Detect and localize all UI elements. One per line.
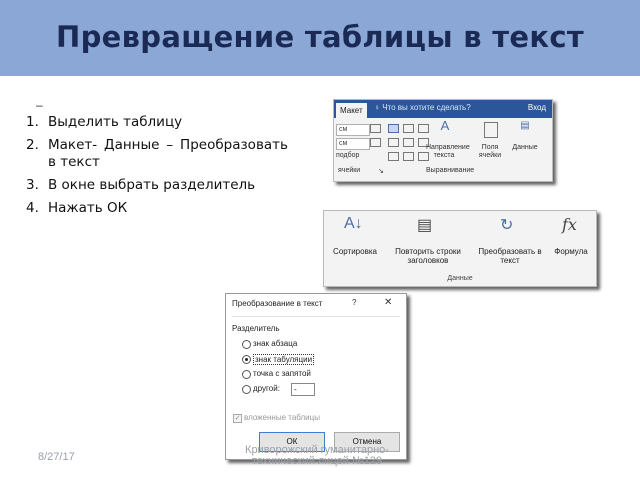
- align-top-left-icon[interactable]: [388, 124, 399, 133]
- step-text: Макет- Данные – Преобразовать в текст: [48, 137, 288, 170]
- step-text: Выделить таблицу: [48, 114, 183, 130]
- other-label: другой:: [253, 384, 280, 393]
- sort-button[interactable]: Сортировка: [326, 247, 384, 256]
- nested-tables-checkbox[interactable]: ✓: [233, 414, 242, 423]
- tab-mark-radio[interactable]: [242, 355, 251, 364]
- tab-mark-label: знак табуляции: [253, 354, 315, 365]
- paragraph-mark-label: знак абзаца: [253, 339, 298, 348]
- repeat-header-rows-button[interactable]: Повторить строки заголовков: [386, 247, 470, 265]
- nested-tables-label: вложенные таблицы: [244, 413, 320, 422]
- other-radio[interactable]: [242, 385, 251, 394]
- convert-to-text-dialog: Преобразование в текст ? ✕ Разделитель з…: [225, 293, 407, 460]
- ribbon-tab-row: Макет ♀ Что вы хотите сделать? Вход: [334, 100, 552, 118]
- convert-to-text-icon[interactable]: ↻: [500, 215, 513, 235]
- step-number: 2.: [26, 137, 39, 153]
- align-top-center-icon[interactable]: [403, 124, 414, 133]
- align-icon[interactable]: [370, 124, 381, 133]
- align-icon[interactable]: [370, 138, 381, 147]
- data-ribbon-screenshot: A↓ ▤ ↻ fx Сортировка Повторить строки за…: [323, 210, 597, 287]
- list-item: 4. Нажать ОК: [26, 200, 288, 217]
- autofit-button[interactable]: подбор: [336, 152, 359, 159]
- step-text: В окне выбрать разделитель: [48, 177, 256, 193]
- divider: [232, 316, 400, 317]
- step-text: Нажать ОК: [48, 200, 128, 216]
- align-top-right-icon[interactable]: [418, 124, 429, 133]
- slide-title: Превращение таблицы в текст: [56, 20, 584, 54]
- tab-layout[interactable]: Макет: [336, 103, 367, 118]
- text-direction-icon[interactable]: A: [438, 119, 452, 132]
- data-button[interactable]: Данные: [510, 144, 540, 152]
- close-button[interactable]: ✕: [384, 297, 392, 308]
- dash-mark: –: [36, 98, 43, 112]
- group-launcher-icon[interactable]: ↘: [378, 167, 384, 175]
- steps-list: 1. Выделить таблицу 2. Макет- Данные – Пре…: [26, 114, 288, 223]
- list-item: 3. В окне выбрать разделитель: [26, 177, 288, 194]
- data-icon[interactable]: ▤: [518, 121, 532, 131]
- list-item: 2. Макет- Данные – Преобразовать в текст: [26, 137, 288, 171]
- paragraph-mark-radio[interactable]: [242, 340, 251, 349]
- semicolon-radio[interactable]: [242, 370, 251, 379]
- step-number: 4.: [26, 200, 39, 216]
- repeat-header-icon[interactable]: ▤: [417, 215, 432, 235]
- semicolon-label: точка с запятой: [253, 369, 311, 378]
- width-field[interactable]: см: [336, 138, 370, 150]
- data-group-label: Данные: [447, 275, 473, 282]
- login-link[interactable]: Вход: [528, 103, 546, 112]
- separator-group-label: Разделитель: [232, 324, 280, 333]
- slide-date: 8/27/17: [38, 451, 75, 463]
- list-item: 1. Выделить таблицу: [26, 114, 288, 131]
- formula-button[interactable]: Формула: [548, 247, 594, 256]
- alignment-group-label: Выравнивание: [426, 167, 475, 174]
- tell-me-search[interactable]: ♀ Что вы хотите сделать?: [374, 103, 471, 112]
- layout-ribbon-screenshot: Макет ♀ Что вы хотите сделать? Вход см с…: [333, 99, 553, 182]
- sort-icon[interactable]: A↓: [344, 215, 363, 233]
- slide-footer-org: Криворожский гуманитарно-технический лиц…: [245, 444, 389, 467]
- step-number: 3.: [26, 177, 39, 193]
- convert-to-text-button[interactable]: Преобразовать в текст: [472, 247, 548, 265]
- other-separator-input[interactable]: -: [291, 383, 315, 396]
- align-bottom-left-icon[interactable]: [388, 152, 399, 161]
- text-direction-button[interactable]: Направление текста: [426, 144, 470, 160]
- align-center-icon[interactable]: [403, 138, 414, 147]
- cell-margins-icon[interactable]: [484, 122, 498, 138]
- align-center-left-icon[interactable]: [388, 138, 399, 147]
- step-number: 1.: [26, 114, 39, 130]
- formula-icon[interactable]: fx: [562, 215, 577, 234]
- help-button[interactable]: ?: [352, 298, 356, 307]
- cell-size-group-label: ячейки: [338, 167, 361, 174]
- height-field[interactable]: см: [336, 124, 370, 136]
- dialog-title: Преобразование в текст: [232, 299, 323, 308]
- align-bottom-center-icon[interactable]: [403, 152, 414, 161]
- cell-margins-button[interactable]: Поля ячейки: [475, 144, 505, 160]
